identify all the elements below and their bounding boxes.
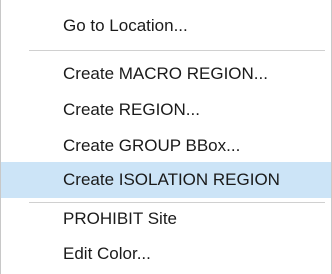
menu-separator	[29, 50, 325, 51]
menu-item-create-group-bbox[interactable]: Create GROUP BBox...	[1, 128, 331, 164]
menu-item-go-to-location[interactable]: Go to Location...	[1, 8, 331, 44]
menu-item-edit-color[interactable]: Edit Color...	[1, 236, 331, 272]
context-menu: Go to Location... Create MACRO REGION...…	[0, 0, 332, 274]
menu-item-create-isolation-region[interactable]: Create ISOLATION REGION	[1, 162, 331, 198]
menu-item-create-region[interactable]: Create REGION...	[1, 92, 331, 128]
menu-item-prohibit-site[interactable]: PROHIBIT Site	[1, 201, 331, 237]
menu-item-create-macro-region[interactable]: Create MACRO REGION...	[1, 56, 331, 92]
